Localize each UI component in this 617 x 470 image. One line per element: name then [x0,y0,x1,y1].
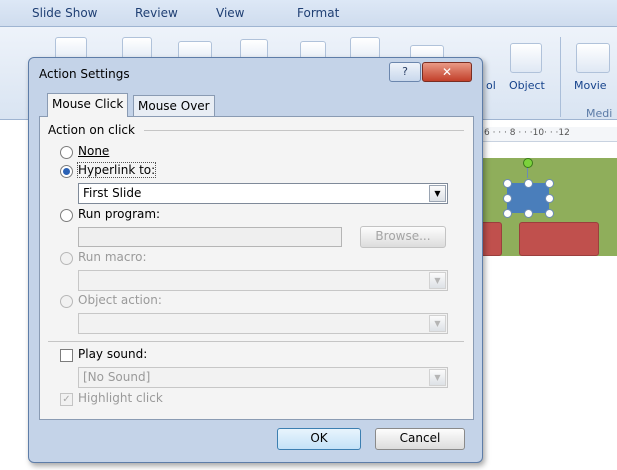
resize-handle[interactable] [545,209,554,218]
horizontal-ruler: 6 · · · 8 · · ·10· · ·12 [482,127,617,142]
program-path-input[interactable] [78,227,342,247]
group-divider [144,130,464,131]
tab-format[interactable]: Format [297,6,339,20]
hyperlink-select[interactable]: First Slide ▼ [78,183,448,204]
object-button-label[interactable]: Object [509,79,545,92]
chevron-down-icon[interactable]: ▼ [429,369,446,386]
highlight-click-checkbox[interactable]: ✓ [60,393,73,406]
resize-handle[interactable] [503,179,512,188]
ribbon-group-divider [560,37,561,117]
cancel-button[interactable]: Cancel [375,428,465,450]
object-action-select[interactable]: ▼ [78,313,448,334]
dialog-title: Action Settings [39,67,130,81]
tab-mouse-click[interactable]: Mouse Click [47,93,129,117]
resize-handle[interactable] [503,194,512,203]
help-button[interactable]: ? [389,62,421,82]
sound-select-value: [No Sound] [83,370,151,384]
none-radio[interactable] [60,146,73,159]
media-group-label: Medi [586,107,613,120]
resize-handle[interactable] [503,209,512,218]
run-program-radio[interactable] [60,209,73,222]
hyperlink-select-value: First Slide [83,186,142,200]
action-group-label: Action on click [48,123,135,137]
close-button[interactable]: ✕ [422,62,472,82]
hyperlink-label: Hyperlink to: [76,162,157,178]
object-icon[interactable] [510,43,542,73]
ruler-text: 6 · · · 8 · · ·10· · ·12 [484,128,570,138]
browse-button[interactable]: Browse... [360,226,446,248]
object-action-label: Object action: [78,293,162,307]
movie-button-label[interactable]: Movie [574,79,607,92]
tab-mouse-over[interactable]: Mouse Over [133,95,215,117]
movie-icon[interactable] [576,43,610,73]
highlight-click-label: Highlight click [78,391,163,405]
play-sound-label: Play sound: [78,347,148,361]
tab-view[interactable]: View [216,6,244,20]
action-settings-dialog: Action Settings ? ✕ Mouse Click Mouse Ov… [28,57,483,463]
ribbon-label-partial: ol [486,79,496,92]
chevron-down-icon[interactable]: ▼ [429,315,446,332]
run-macro-radio[interactable] [60,252,73,265]
object-action-radio[interactable] [60,295,73,308]
run-program-label: Run program: [78,207,161,221]
resize-handle[interactable] [524,209,533,218]
red-shape-right[interactable] [519,222,599,256]
sound-select[interactable]: [No Sound] ▼ [78,367,448,388]
resize-handle[interactable] [524,179,533,188]
play-sound-checkbox[interactable] [60,349,73,362]
none-label: None [78,144,110,158]
section-divider [48,341,464,342]
run-macro-label: Run macro: [78,250,147,264]
rotation-handle[interactable] [523,158,533,168]
tab-review[interactable]: Review [135,6,178,20]
resize-handle[interactable] [545,194,554,203]
tab-panel: Action on click None Hyperlink to: First… [39,116,474,420]
ok-button[interactable]: OK [277,428,361,450]
macro-select[interactable]: ▼ [78,270,448,291]
ribbon-tab-bar: Slide Show Review View Format [0,0,617,27]
chevron-down-icon[interactable]: ▼ [429,185,446,202]
resize-handle[interactable] [545,179,554,188]
tab-slide-show[interactable]: Slide Show [32,6,97,20]
hyperlink-radio[interactable] [60,165,73,178]
chevron-down-icon[interactable]: ▼ [429,272,446,289]
